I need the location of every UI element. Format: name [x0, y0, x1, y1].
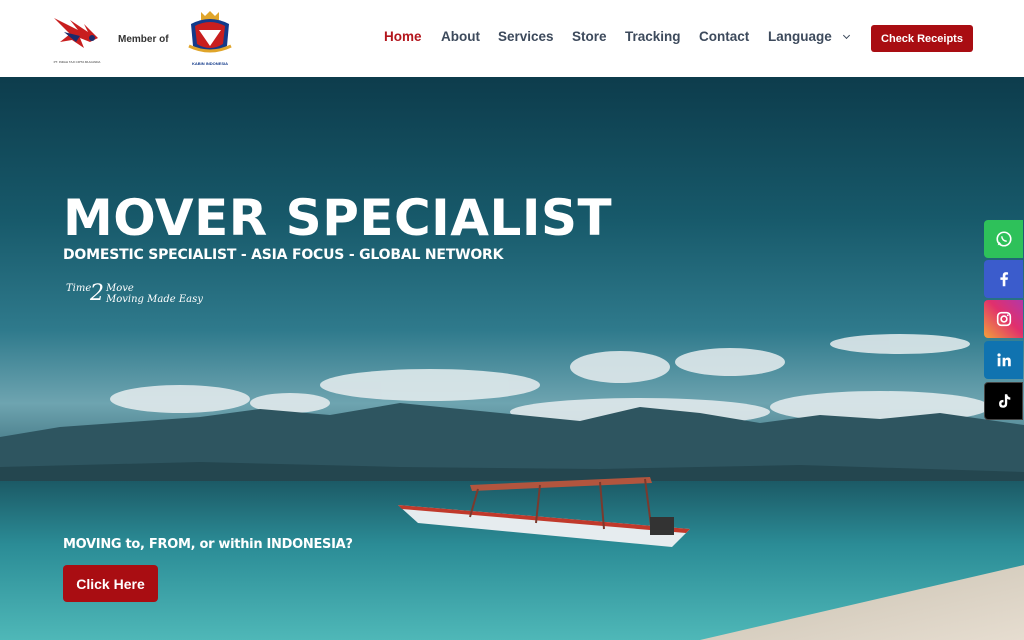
nav-language-dropdown[interactable]: Language — [768, 29, 850, 44]
kabin-logo-text: KABIN INDONESIA — [191, 61, 228, 66]
tagline-two: 2 — [90, 281, 104, 306]
click-here-button[interactable]: Click Here — [63, 565, 158, 602]
company-logo[interactable]: PT. INDAH TAJI CIPTA MULIANDA — [50, 12, 104, 64]
whatsapp-button[interactable] — [984, 220, 1023, 258]
check-receipts-button[interactable]: Check Receipts — [871, 25, 973, 52]
tagline-easy: Moving Made Easy — [106, 294, 203, 305]
member-of-label: Member of — [118, 34, 169, 45]
tagline-move: Move — [106, 283, 134, 294]
company-logo-text: PT. INDAH TAJI CIPTA MULIANDA — [53, 60, 101, 64]
nav-contact[interactable]: Contact — [699, 29, 749, 44]
nav-services[interactable]: Services — [498, 29, 554, 44]
chevron-down-icon — [842, 31, 850, 39]
nav-tracking[interactable]: Tracking — [625, 29, 681, 44]
tiktok-button[interactable] — [984, 382, 1023, 420]
linkedin-button[interactable] — [984, 341, 1023, 379]
hero-subtitle: DOMESTIC SPECIALIST - ASIA FOCUS - GLOBA… — [63, 247, 504, 263]
facebook-icon — [999, 272, 1008, 287]
nav-home[interactable]: Home — [384, 29, 422, 44]
kabin-logo[interactable]: KABIN INDONESIA — [183, 10, 237, 66]
nav-language-label: Language — [768, 29, 832, 44]
whatsapp-icon — [995, 231, 1012, 247]
moving-question: MOVING to, FROM, or within INDONESIA? — [63, 537, 353, 552]
site-header: PT. INDAH TAJI CIPTA MULIANDA Member of … — [0, 0, 1024, 77]
instagram-icon — [996, 311, 1011, 327]
instagram-button[interactable] — [984, 300, 1023, 338]
nav-store[interactable]: Store — [572, 29, 607, 44]
hero-background-image — [0, 334, 1024, 640]
hero-title: MOVER SPECIALIST — [63, 189, 613, 247]
nav-about[interactable]: About — [441, 29, 480, 44]
linkedin-icon — [996, 353, 1011, 367]
tiktok-icon — [998, 394, 1010, 408]
tagline-time: Time — [66, 283, 92, 294]
facebook-button[interactable] — [984, 260, 1023, 298]
hero-banner: MOVER SPECIALIST DOMESTIC SPECIALIST - A… — [0, 77, 1024, 640]
